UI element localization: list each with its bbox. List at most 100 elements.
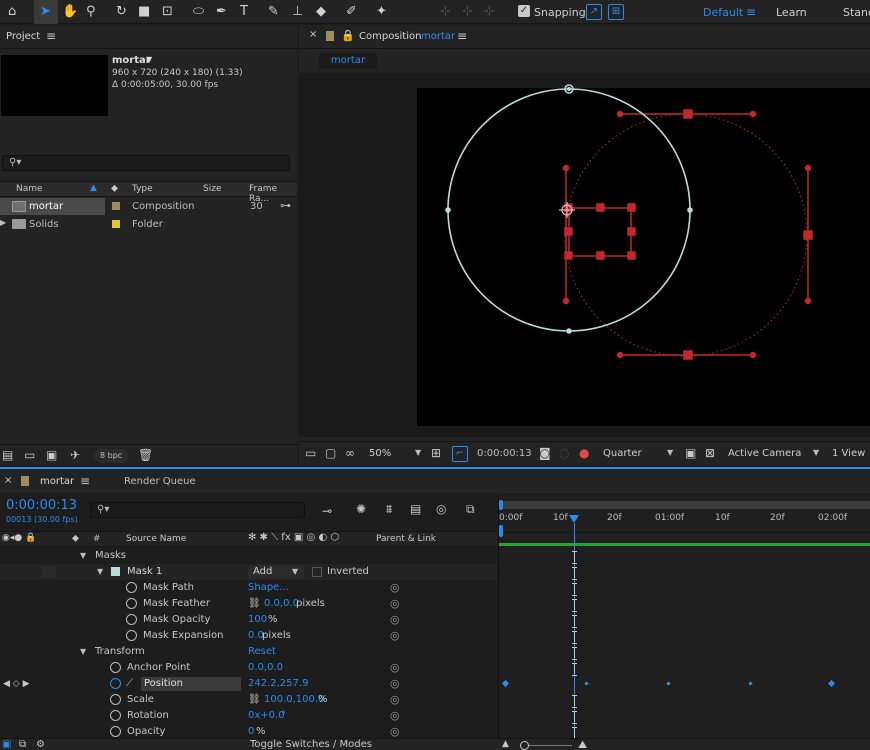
stopwatch-icon[interactable] xyxy=(126,628,137,644)
workspace-standard[interactable]: Stand xyxy=(843,6,870,19)
motion-blur-icon[interactable]: ◎ xyxy=(436,503,446,515)
modes-toggle-icon[interactable]: ⧉ xyxy=(19,739,26,750)
zoom-out-icon[interactable]: ▲ xyxy=(502,739,509,749)
roto-brush-icon[interactable]: ✐ xyxy=(346,4,357,19)
pick-whip-spiral-icon[interactable]: ◎ xyxy=(390,580,400,596)
anchor-point-row[interactable]: Anchor Point 0.0,0.0 ◎ xyxy=(0,660,497,676)
handle-right[interactable] xyxy=(803,230,813,240)
comp-viewer[interactable] xyxy=(299,73,870,437)
workspace-learn[interactable]: Learn xyxy=(776,6,807,19)
vr-goggles-icon[interactable]: ∞ xyxy=(345,447,355,459)
zoom-select[interactable]: 50% xyxy=(369,448,391,459)
position-roving-keyframe[interactable] xyxy=(666,681,671,686)
brush-tool-icon[interactable]: ✎ xyxy=(268,4,279,19)
selection-tool-icon[interactable]: ➤ xyxy=(40,4,51,19)
eraser-tool-icon[interactable]: ◆ xyxy=(316,4,326,19)
panel-menu-icon[interactable]: ≡ xyxy=(457,30,467,42)
composition-name[interactable]: mortar xyxy=(421,31,455,42)
chevron-down-icon[interactable]: ▼ xyxy=(415,448,421,457)
stopwatch-icon[interactable] xyxy=(110,708,121,724)
project-row-solids[interactable]: ▶ Solids Folder xyxy=(0,216,297,233)
pick-whip-spiral-icon[interactable]: ◎ xyxy=(390,676,400,692)
stopwatch-icon[interactable] xyxy=(126,596,137,612)
position-roving-keyframe[interactable] xyxy=(584,681,589,686)
toggle-switches-modes-button[interactable]: Toggle Switches / Modes xyxy=(250,739,372,750)
layer-switches-icons[interactable]: ✻ ✱ ⟍ fx ▣ ◎ ◐ ⬡ xyxy=(248,532,339,543)
clone-stamp-icon[interactable]: ⊥ xyxy=(292,4,303,19)
position-value[interactable]: 242.2,257.9 xyxy=(248,676,308,692)
workspace-menu-icon[interactable]: ≡ xyxy=(746,5,756,19)
position-keyframe[interactable] xyxy=(501,679,510,688)
frame-blending-icon[interactable]: ▤ xyxy=(410,503,421,515)
inverted-checkbox[interactable] xyxy=(312,567,322,577)
expand-arrow-icon[interactable]: ▶ xyxy=(0,218,6,227)
comp-timecode[interactable]: 0:00:00:13 xyxy=(477,448,532,459)
scale-row[interactable]: Scale ⛓ 100.0,100.0 % ◎ xyxy=(0,692,497,708)
mask-color-swatch[interactable] xyxy=(111,567,120,576)
project-row-mortar[interactable]: mortar Composition 30 ⊶ xyxy=(0,198,297,215)
pick-whip-spiral-icon[interactable]: ◎ xyxy=(390,660,400,676)
pick-whip-spiral-icon[interactable]: ◎ xyxy=(390,612,400,628)
panel-menu-icon[interactable]: ≡ xyxy=(46,30,56,42)
masks-group-row[interactable]: ▼ Masks xyxy=(0,548,497,564)
snapshot-camera-icon[interactable]: ◙ xyxy=(539,447,551,459)
close-icon[interactable]: × xyxy=(4,476,12,486)
always-preview-icon[interactable]: ▭ xyxy=(305,447,316,459)
render-queue-tab[interactable]: Render Queue xyxy=(124,476,196,487)
collapse-arrow-icon[interactable]: ▼ xyxy=(97,564,103,580)
view-axis-icon[interactable]: ⊹ xyxy=(484,4,495,19)
graph-editor-icon[interactable]: ⧉ xyxy=(466,503,475,515)
timeline-tab-mortar[interactable]: mortar xyxy=(40,476,74,487)
show-snapshot-icon[interactable]: ◌ xyxy=(559,447,569,459)
region-of-interest-icon[interactable]: ▣ xyxy=(685,447,696,459)
constrain-link-icon[interactable]: ⛓ xyxy=(248,596,261,612)
view-layout-select[interactable]: 1 View xyxy=(832,448,865,459)
zoom-slider-handle[interactable] xyxy=(520,741,529,750)
position-roving-keyframe[interactable] xyxy=(748,681,753,686)
transform-reset-link[interactable]: Reset xyxy=(248,644,276,660)
column-parent-link[interactable]: Parent & Link xyxy=(376,534,436,544)
interpret-footage-icon[interactable]: ▤ xyxy=(2,449,13,461)
home-icon[interactable]: ⌂ xyxy=(8,4,16,19)
constrain-link-icon[interactable]: ⛓ xyxy=(248,692,261,708)
anchor-point-value[interactable]: 0.0,0.0 xyxy=(248,660,283,676)
handle-bottom[interactable] xyxy=(683,350,693,360)
resolution-select[interactable]: Quarter xyxy=(603,448,642,459)
pick-whip-spiral-icon[interactable]: ◎ xyxy=(390,692,400,708)
timeline-graph-area[interactable]: 0:00f 10f 20f 01:00f 10f 20f 02:00f xyxy=(498,495,870,740)
playhead-handle[interactable] xyxy=(569,515,579,523)
collapse-arrow-icon[interactable]: ▼ xyxy=(80,644,86,660)
time-ruler[interactable]: 0:00f 10f 20f 01:00f 10f 20f 02:00f xyxy=(499,511,870,533)
new-folder-icon[interactable]: ▭ xyxy=(24,449,35,461)
bit-depth-button[interactable]: 8 bpc xyxy=(94,449,129,463)
timeline-search-input[interactable]: ⚲▾ xyxy=(90,502,305,518)
position-keyframe[interactable] xyxy=(827,679,836,688)
column-source-name[interactable]: Source Name xyxy=(126,534,186,544)
type-tool-icon[interactable]: T xyxy=(240,4,248,19)
snap-features-button[interactable]: ⊞ xyxy=(608,4,624,20)
zoom-in-icon[interactable]: ⛰ xyxy=(578,738,587,750)
layer-switches-toggle-icon[interactable]: ▣ xyxy=(2,739,11,750)
panel-menu-icon[interactable]: ≡ xyxy=(80,475,90,487)
position-property-name[interactable]: Position xyxy=(141,677,241,691)
column-type[interactable]: Type xyxy=(132,184,153,194)
stopwatch-icon[interactable] xyxy=(110,692,121,708)
zoom-tool-icon[interactable]: ⚲ xyxy=(86,4,96,19)
chevron-down-icon[interactable]: ▼ xyxy=(813,448,819,457)
item-dropdown-icon[interactable]: ▼ xyxy=(146,55,152,64)
chevron-down-icon[interactable]: ▼ xyxy=(292,564,298,580)
ellipse-tool-icon[interactable]: ⬭ xyxy=(193,4,204,19)
close-icon[interactable]: × xyxy=(309,30,317,40)
label-color-swatch[interactable] xyxy=(112,202,120,210)
rotation-value[interactable]: 0x+0.0 xyxy=(248,708,285,724)
puppet-pin-icon[interactable]: ✦ xyxy=(376,4,387,19)
mask-opacity-row[interactable]: Mask Opacity 100 % ◎ xyxy=(0,612,497,628)
trash-icon[interactable]: 🗑 xyxy=(138,449,153,461)
stopwatch-icon[interactable] xyxy=(126,612,137,628)
time-navigator-bar[interactable] xyxy=(499,501,870,509)
mask-expansion-row[interactable]: Mask Expansion 0.0 pixels ◎ xyxy=(0,628,497,644)
comp-mini-flowchart-icon[interactable]: ⊸ xyxy=(322,505,332,517)
toggle-mask-visibility-button[interactable]: ⌐ xyxy=(452,446,468,462)
mask-feather-row[interactable]: Mask Feather ⛓ 0.0,0.0 pixels ◎ xyxy=(0,596,497,612)
stopwatch-icon[interactable] xyxy=(126,580,137,596)
